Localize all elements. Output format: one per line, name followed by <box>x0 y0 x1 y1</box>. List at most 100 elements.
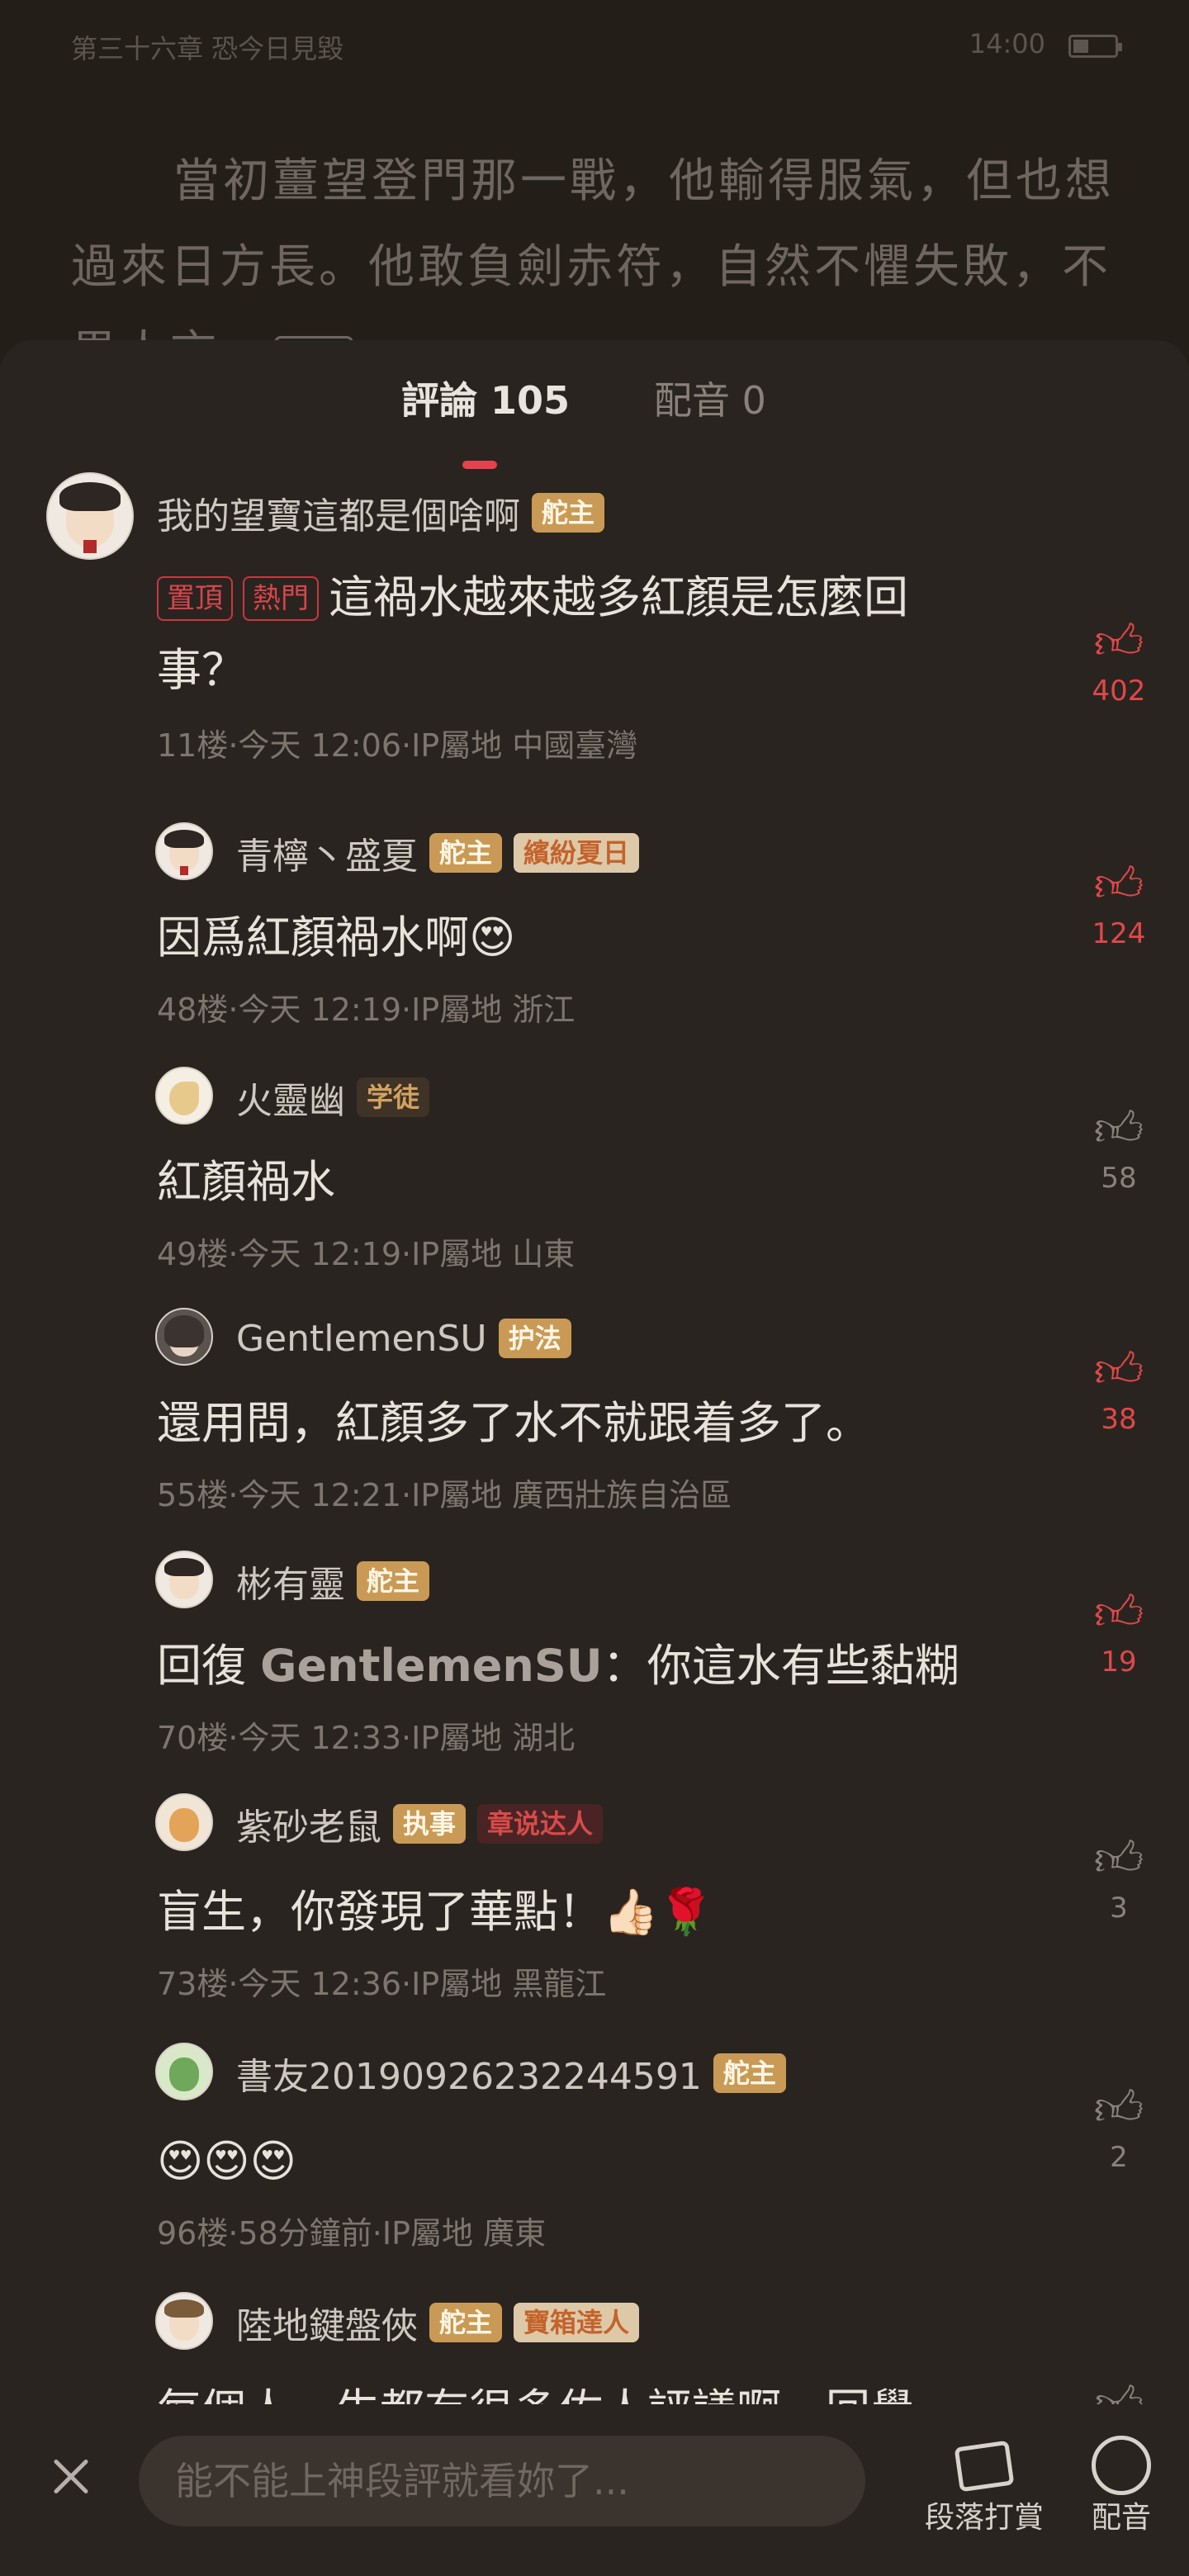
avatar[interactable] <box>155 2292 213 2350</box>
comment-meta: 70楼·今天 12:33·IP屬地 湖北 <box>157 1720 576 1756</box>
avatar[interactable] <box>155 2043 213 2100</box>
thumbs-rose-emoji: 👍🏻🌹 <box>603 1886 714 1938</box>
comment-reply-item: 火靈幽 学徒 紅顏禍水 49楼·今天 12:19·IP屬地 山東 👍︎ 58 <box>0 1067 1189 1290</box>
comment-text[interactable]: 還用問，紅顏多了水不就跟着多了。 <box>157 1387 966 1460</box>
user-row: 火靈幽 学徒 <box>236 1075 430 1122</box>
rank-badge: 舵主 <box>532 493 605 533</box>
avatar[interactable] <box>46 472 134 560</box>
dubbing-label: 配音 <box>1091 2501 1151 2535</box>
like-button[interactable]: 👍︎ 38 <box>1082 1341 1156 1440</box>
like-count: 58 <box>1101 1162 1137 1195</box>
rank-badge: 舵主 <box>357 1561 430 1601</box>
user-row: 彬有靈 舵主 <box>236 1559 430 1606</box>
comment-reply-item: 彬有靈 舵主 回復 GentlemenSU：你這水有些黏糊 70楼·今天 12:… <box>0 1551 1189 1773</box>
like-button[interactable]: 👍︎ 124 <box>1082 855 1156 954</box>
comment-content: 還用問，紅顏多了水不就跟着多了。 <box>157 1397 870 1449</box>
comment-text[interactable]: 因爲紅顏禍水啊😍 <box>157 902 966 974</box>
thumbs-up-filled-icon: 👍︎ <box>1093 856 1144 912</box>
like-count: 2 <box>1110 2141 1128 2174</box>
comment-reply-item: 書友20190926232244591 舵主 😍😍😍 96楼·58分鐘前·IP屬… <box>0 2043 1189 2274</box>
comment-text[interactable]: 回復 GentlemenSU：你這水有些黏糊 <box>157 1630 966 1702</box>
username[interactable]: 書友20190926232244591 <box>236 2047 702 2100</box>
paragraph-tip-button[interactable]: 段落打賞 <box>923 2432 1045 2538</box>
avatar[interactable] <box>155 1308 213 1366</box>
comment-meta: 73楼·今天 12:36·IP屬地 黑龍江 <box>157 1966 607 2002</box>
thumbs-up-filled-icon: 👍︎ <box>1093 1584 1144 1641</box>
comment-reply-item: 青檸丶盛夏 舵主 繽紛夏日 因爲紅顏禍水啊😍 48楼·今天 12:19·IP屬地… <box>0 822 1189 1045</box>
comment-sheet: 評論 105 配音 0 我的望寶這都是個啥啊 舵主 置頂 熱門 這禍水越來越多紅顏是… <box>0 340 1189 2576</box>
avatar[interactable] <box>155 1793 213 1851</box>
rank-badge: 护法 <box>498 1319 571 1358</box>
comment-content: 每個人一生都有很多佐人評議啊，回覺 回 <box>157 2384 915 2404</box>
like-count: 3 <box>1110 1892 1128 1925</box>
username[interactable]: 彬有靈 <box>236 1555 345 1608</box>
username[interactable]: 紫砂老鼠 <box>236 1797 381 1850</box>
like-button[interactable]: 👍︎ 2 <box>1082 2079 1156 2178</box>
rank-badge: 执事 <box>393 1804 467 1844</box>
achievement-badge: 章说达人 <box>477 1804 604 1844</box>
user-row: 書友20190926232244591 舵主 <box>236 2051 786 2098</box>
thumbs-up-filled-icon: 👍︎ <box>1093 613 1144 670</box>
like-count: 402 <box>1092 675 1146 708</box>
like-count: 19 <box>1101 1646 1137 1679</box>
reply-mention[interactable]: GentlemenSU <box>260 1640 602 1692</box>
comment-reply-item: 陸地鍵盤俠 舵主 寶箱達人 每個人一生都有很多佐人評議啊，回覺 回 👍︎ <box>0 2292 1189 2404</box>
heart-eyes-emoji: 😍 <box>469 912 516 964</box>
active-tab-indicator <box>462 461 497 469</box>
username[interactable]: 我的望寶這都是個啥啊 <box>157 486 520 539</box>
avatar[interactable] <box>155 1067 213 1125</box>
like-button[interactable]: 👍︎ 19 <box>1082 1584 1156 1683</box>
gift-box-icon <box>923 2432 1045 2498</box>
avatar[interactable] <box>155 1551 213 1608</box>
comment-content: 紅顏禍水 <box>157 1156 335 1208</box>
comment-meta: 55楼·今天 12:21·IP屬地 廣西壯族自治區 <box>157 1477 732 1513</box>
user-row: 我的望寶這都是個啥啊 舵主 <box>157 490 605 537</box>
avatar[interactable] <box>155 822 213 880</box>
like-button[interactable]: 👍︎ 58 <box>1082 1100 1156 1199</box>
comment-text[interactable]: 每個人一生都有很多佐人評議啊，回覺 回 <box>157 2375 966 2404</box>
microphone-icon <box>1082 2432 1161 2498</box>
comment-meta: 11楼·今天 12:06·IP屬地 中國臺灣 <box>157 727 638 764</box>
like-count: 124 <box>1092 917 1146 950</box>
comment-meta: 49楼·今天 12:19·IP屬地 山東 <box>157 1236 576 1272</box>
reply-prefix: 回復 <box>157 1640 261 1692</box>
user-row: 紫砂老鼠 执事 章说达人 <box>236 1802 604 1849</box>
pinned-tag: 置頂 <box>157 576 233 621</box>
username[interactable]: 火靈幽 <box>236 1071 345 1124</box>
comment-text[interactable]: 置頂 熱門 這禍水越來越多紅顏是怎麼回事？ <box>157 561 966 707</box>
comment-content: 盲生，你發現了華點！ <box>157 1886 603 1938</box>
comment-content: ：你這水有些黏糊 <box>602 1640 959 1692</box>
comment-input[interactable]: 能不能上神段評就看妳了... <box>139 2436 865 2526</box>
like-button[interactable]: 👍︎ 3 <box>1082 1830 1156 1929</box>
reader-background: 第三十六章 恐今日見毀 14:00 當初薑望登門那一戰，他輸得服氣，但也想過來日… <box>0 0 1189 396</box>
like-button[interactable]: 👍︎ 402 <box>1082 613 1156 712</box>
thumbs-up-filled-icon: 👍︎ <box>1093 1342 1144 1398</box>
close-icon[interactable] <box>45 2451 97 2503</box>
rank-badge: 舵主 <box>713 2053 786 2093</box>
status-bar: 第三十六章 恐今日見毀 14:00 <box>71 28 1122 68</box>
rank-badge: 舵主 <box>429 2303 503 2342</box>
username[interactable]: 青檸丶盛夏 <box>236 826 418 879</box>
comment-text[interactable]: 盲生，你發現了華點！👍🏻🌹 <box>157 1876 966 1949</box>
comment-content: 因爲紅顏禍水啊 <box>157 912 469 964</box>
rank-badge: 舵主 <box>429 833 503 873</box>
username[interactable]: 陸地鍵盤俠 <box>236 2296 418 2349</box>
user-row: GentlemenSU 护法 <box>236 1316 571 1361</box>
comment-text[interactable]: 😍😍😍 <box>157 2125 966 2198</box>
comment-list[interactable]: 我的望寶這都是個啥啊 舵主 置頂 熱門 這禍水越來越多紅顏是怎麼回事？ 11楼·今天… <box>0 472 1189 2404</box>
thumbs-up-outline-icon: 👍︎ <box>1093 2375 1144 2404</box>
user-row: 陸地鍵盤俠 舵主 寶箱達人 <box>236 2300 640 2347</box>
username[interactable]: GentlemenSU <box>236 1318 487 1360</box>
tab-dubbing[interactable]: 配音 0 <box>654 372 766 429</box>
comment-text[interactable]: 紅顏禍水 <box>157 1146 966 1219</box>
thumbs-up-outline-icon: 👍︎ <box>1093 1830 1144 1887</box>
comment-meta: 96楼·58分鐘前·IP屬地 廣東 <box>157 2215 547 2252</box>
dubbing-button[interactable]: 配音 <box>1082 2432 1161 2538</box>
like-button[interactable]: 👍︎ <box>1082 2375 1156 2404</box>
bottom-bar: 能不能上神段評就看妳了... 段落打賞 配音 <box>0 2417 1189 2576</box>
like-count: 38 <box>1101 1403 1137 1436</box>
clock: 14:00 <box>969 28 1045 59</box>
comment-reply-item: 紫砂老鼠 执事 章说达人 盲生，你發現了華點！👍🏻🌹 73楼·今天 12:36·… <box>0 1793 1189 2024</box>
paragraph-tip-label: 段落打賞 <box>924 2501 1044 2535</box>
tab-comments[interactable]: 評論 105 <box>401 372 570 429</box>
